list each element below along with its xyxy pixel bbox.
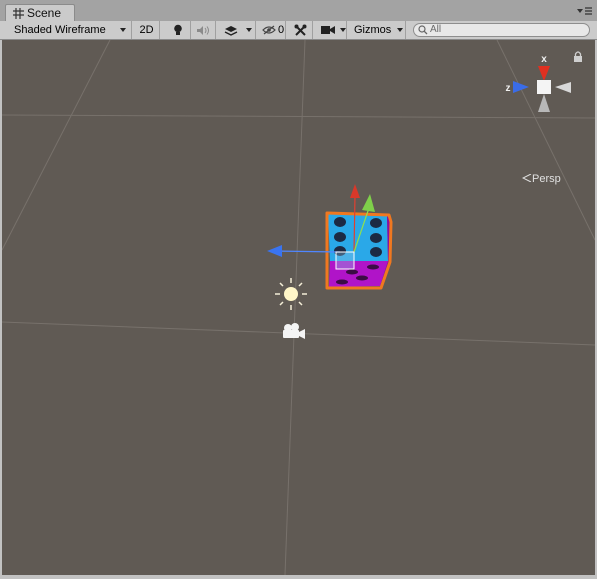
dice-object[interactable] — [325, 211, 393, 290]
axis-z-label: z — [506, 83, 511, 94]
search-placeholder: All — [430, 24, 442, 35]
2d-toggle-button[interactable]: 2D — [134, 21, 160, 39]
tools-icon — [294, 24, 306, 36]
chevron-down-icon — [120, 28, 126, 32]
axis-x-label: x — [541, 54, 547, 65]
draw-mode-dropdown[interactable]: Shaded Wireframe — [0, 21, 132, 39]
hidden-objects-toggle[interactable]: 0 — [258, 21, 286, 39]
projection-icon — [521, 173, 532, 183]
audio-toggle-button[interactable] — [191, 21, 216, 39]
projection-toggle[interactable]: Persp — [521, 173, 561, 185]
2d-label: 2D — [139, 24, 154, 36]
tab-scene[interactable]: Scene — [5, 4, 75, 21]
lightbulb-icon — [174, 24, 182, 35]
chevron-down-icon — [246, 28, 252, 32]
layers-effects-icon — [224, 26, 238, 36]
lock-icon[interactable] — [574, 51, 582, 62]
draw-mode-label: Shaded Wireframe — [14, 24, 106, 36]
scene-camera-icon[interactable] — [283, 323, 305, 339]
speaker-icon — [197, 25, 209, 35]
panel-menu-icon[interactable] — [576, 6, 592, 16]
scene-light-icon[interactable] — [275, 278, 307, 310]
gizmos-label: Gizmos — [354, 24, 392, 36]
projection-label: Persp — [532, 173, 561, 185]
scene-view-canvas: x z — [2, 40, 595, 575]
scene-grid-icon — [13, 8, 24, 19]
search-icon — [418, 25, 428, 35]
tab-bar: Scene — [0, 0, 597, 22]
scene-viewport[interactable]: x z Persp — [2, 40, 595, 575]
gizmos-dropdown[interactable]: Gizmos — [349, 21, 406, 39]
hidden-eye-icon — [262, 25, 276, 35]
hidden-count: 0 — [278, 24, 285, 36]
search-input[interactable]: All — [413, 23, 590, 37]
effects-dropdown[interactable] — [216, 21, 256, 39]
camera-dropdown[interactable] — [317, 21, 347, 39]
tab-label: Scene — [27, 6, 62, 20]
chevron-down-icon — [397, 28, 403, 32]
window-frame-bottom — [0, 575, 597, 579]
chevron-down-icon — [340, 28, 346, 32]
lighting-toggle-button[interactable] — [166, 21, 191, 39]
orientation-gizmo[interactable]: x z — [506, 54, 572, 112]
world-grid — [2, 40, 595, 575]
camera-icon — [321, 26, 335, 34]
tools-toggle-button[interactable] — [288, 21, 313, 39]
